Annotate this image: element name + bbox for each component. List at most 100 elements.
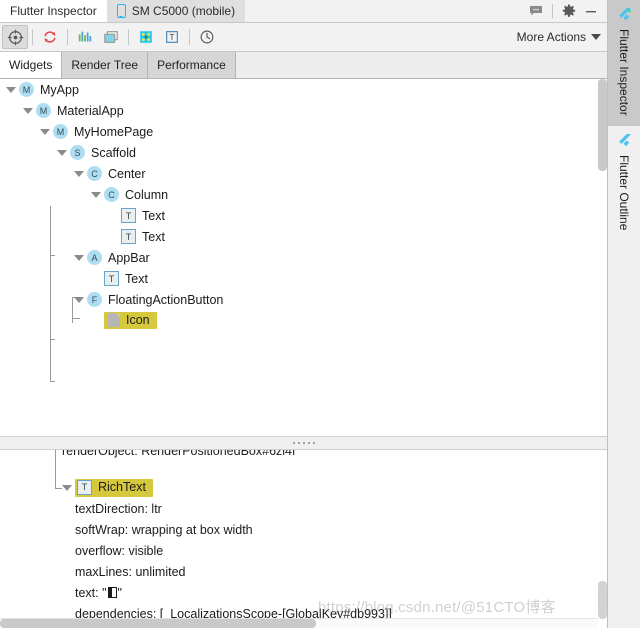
tree-row[interactable]: T Text xyxy=(0,205,607,226)
vtab-flutter-outline-label: Flutter Outline xyxy=(617,154,632,231)
widget-type-badge: F xyxy=(87,292,102,307)
chevron-down-icon xyxy=(591,34,602,40)
tree-guide-line xyxy=(50,339,51,382)
vtab-flutter-inspector[interactable]: Flutter Inspector xyxy=(608,0,640,126)
detail-horizontal-scrollbar-thumb[interactable] xyxy=(0,619,316,628)
header-separator xyxy=(552,4,554,18)
detail-selected-node-row[interactable]: T RichText xyxy=(0,477,607,498)
chevron-down-icon[interactable] xyxy=(91,191,101,198)
tree-guide-branch xyxy=(50,381,55,382)
more-actions-label: More Actions xyxy=(516,30,587,44)
chevron-down-icon[interactable] xyxy=(74,296,84,303)
toolbar-separator-4 xyxy=(189,29,190,45)
tree-node-content: M MyApp xyxy=(19,82,79,97)
flutter-logo-icon xyxy=(616,7,632,23)
tree-row[interactable]: A AppBar xyxy=(0,247,607,268)
subtab-performance[interactable]: Performance xyxy=(148,52,236,78)
tree-row[interactable]: M MyApp xyxy=(0,79,607,100)
chevron-down-icon[interactable] xyxy=(74,170,84,177)
property-text: maxLines: unlimited xyxy=(75,564,186,579)
tree-node-content: T Text xyxy=(104,271,148,286)
chevron-down-icon[interactable] xyxy=(57,149,67,156)
phone-icon xyxy=(116,4,126,18)
select-widget-mode-icon[interactable] xyxy=(2,25,28,49)
property-row[interactable]: text: " " xyxy=(0,582,607,603)
flutter-logo-icon xyxy=(616,133,632,149)
subtab-filler xyxy=(235,52,608,78)
tree-node-label: Scaffold xyxy=(91,145,136,160)
tab-device-sm-c5000[interactable]: SM C5000 (mobile) xyxy=(106,0,246,22)
comment-icon[interactable] xyxy=(526,1,546,21)
chevron-down-icon[interactable] xyxy=(62,484,72,491)
header-spacer xyxy=(245,0,526,22)
subtab-render-tree[interactable]: Render Tree xyxy=(62,52,149,78)
property-detail-panel[interactable]: renderObject: RenderPositionedBox#6zl4f … xyxy=(0,450,608,628)
chevron-down-icon[interactable] xyxy=(6,86,16,93)
tree-row[interactable]: T Text xyxy=(0,268,607,289)
detail-vertical-scrollbar-track[interactable] xyxy=(598,450,608,628)
widget-type-badge: C xyxy=(87,166,102,181)
refresh-tree-icon[interactable] xyxy=(37,25,63,49)
more-actions-button[interactable]: More Actions xyxy=(516,23,602,51)
tab-flutter-inspector-label: Flutter Inspector xyxy=(10,4,97,18)
subtab-widgets[interactable]: Widgets xyxy=(0,52,63,78)
tree-node-label: AppBar xyxy=(108,250,150,265)
chevron-down-icon[interactable] xyxy=(74,254,84,261)
toolbar-separator-2 xyxy=(67,29,68,45)
property-rows: textDirection: ltr softWrap: wrapping at … xyxy=(0,498,607,628)
tree-row[interactable]: F FloatingActionButton xyxy=(0,289,607,310)
tool-window-header: Flutter Inspector SM C5000 (mobile) xyxy=(0,0,608,23)
repaint-rainbow-icon[interactable] xyxy=(98,25,124,49)
tree-node-content: T Text xyxy=(121,229,165,244)
widget-tree-panel[interactable]: M MyApp M MaterialApp M MyHomePage S Scaffold C C… xyxy=(0,79,608,436)
minimize-icon[interactable] xyxy=(581,1,601,21)
tree-node-content: S Scaffold xyxy=(70,145,136,160)
debug-paint-icon[interactable] xyxy=(133,25,159,49)
tree-row[interactable]: M MaterialApp xyxy=(0,100,607,121)
inspector-subtabs: Widgets Render Tree Performance xyxy=(0,52,608,79)
toolbar-separator-1 xyxy=(32,29,33,45)
tree-node-label: Text xyxy=(142,229,165,244)
chevron-down-icon[interactable] xyxy=(40,128,50,135)
slow-animations-icon[interactable] xyxy=(194,25,220,49)
paint-baselines-icon[interactable]: T xyxy=(159,25,185,49)
property-row[interactable]: softWrap: wrapping at box width xyxy=(0,519,607,540)
tree-node-label: Text xyxy=(125,271,148,286)
performance-overlay-icon[interactable] xyxy=(72,25,98,49)
tree-row[interactable]: Icon xyxy=(0,310,607,331)
widget-type-badge: A xyxy=(87,250,102,265)
icon-widget-glyph xyxy=(108,313,120,327)
tree-node-content: C Column xyxy=(104,187,168,202)
tab-flutter-inspector[interactable]: Flutter Inspector xyxy=(0,0,107,22)
panel-splitter[interactable] xyxy=(0,436,608,450)
tree-node-content: M MyHomePage xyxy=(53,124,153,139)
tree-row[interactable]: C Center xyxy=(0,163,607,184)
settings-gear-icon[interactable] xyxy=(559,1,579,21)
tree-node-label: MyHomePage xyxy=(74,124,154,139)
richtext-selection-highlight: T RichText xyxy=(75,478,153,497)
tree-row[interactable]: T Text xyxy=(0,226,607,247)
vtab-flutter-outline[interactable]: Flutter Outline xyxy=(608,125,640,241)
tree-node-content: T Text xyxy=(121,208,165,223)
detail-vertical-scrollbar-thumb[interactable] xyxy=(598,581,608,619)
tree-vertical-scrollbar-track[interactable] xyxy=(598,79,608,436)
property-row[interactable]: overflow: visible xyxy=(0,540,607,561)
subtab-performance-label: Performance xyxy=(157,58,226,72)
tree-row[interactable]: M MyHomePage xyxy=(0,121,607,142)
widget-type-badge: M xyxy=(36,103,51,118)
chevron-down-icon[interactable] xyxy=(23,107,33,114)
header-button-group xyxy=(526,0,607,22)
strip-filler xyxy=(608,240,640,628)
tree-row[interactable]: C Column xyxy=(0,184,607,205)
tree-node-label: Text xyxy=(142,208,165,223)
tree-row[interactable]: S Scaffold xyxy=(0,142,607,163)
tree-vertical-scrollbar-thumb[interactable] xyxy=(598,79,608,171)
tree-node-content: A AppBar xyxy=(87,250,150,265)
subtab-render-tree-label: Render Tree xyxy=(71,58,139,72)
vtab-flutter-inspector-label: Flutter Inspector xyxy=(617,29,632,116)
tree-node-label: Center xyxy=(108,166,146,181)
tree-node-label: Column xyxy=(125,187,169,202)
property-row[interactable]: textDirection: ltr xyxy=(0,498,607,519)
property-row[interactable]: maxLines: unlimited xyxy=(0,561,607,582)
detail-horizontal-scrollbar-track[interactable] xyxy=(0,618,608,628)
